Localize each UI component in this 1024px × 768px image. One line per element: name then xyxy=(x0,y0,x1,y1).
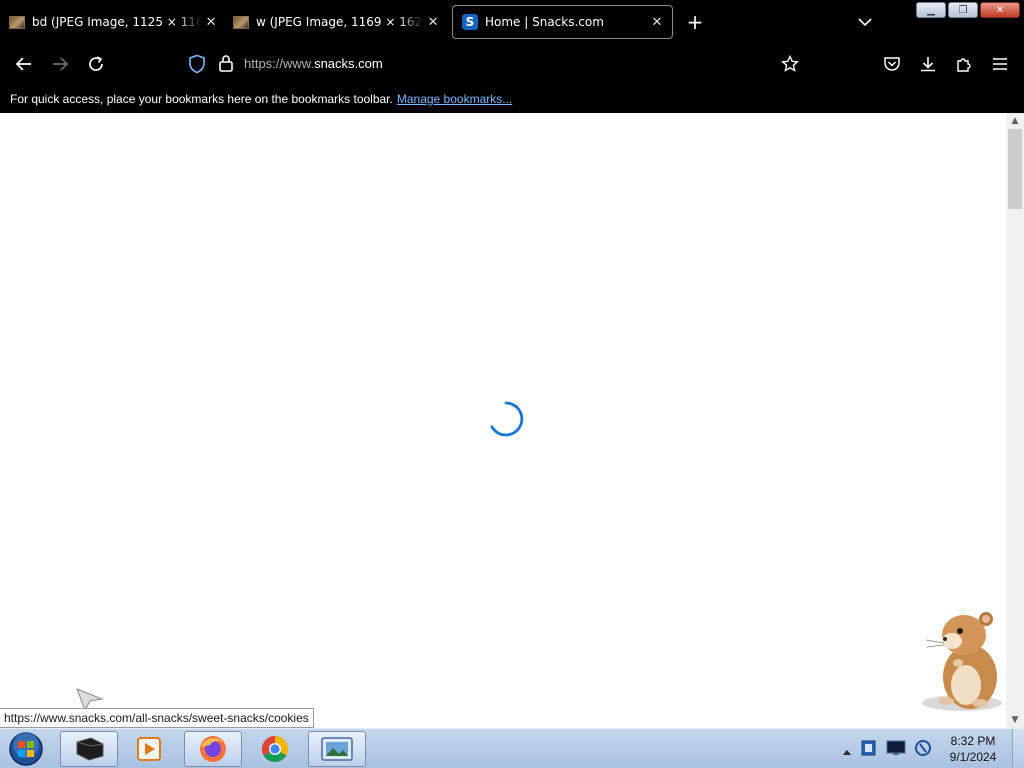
minimize-icon[interactable]: ▁ xyxy=(916,2,946,18)
address-bar[interactable]: https://www.snacks.com xyxy=(180,50,760,78)
tray-expand-icon[interactable] xyxy=(842,741,852,760)
network-monitor-icon[interactable] xyxy=(886,740,906,760)
tab-title: w (JPEG Image, 1169 × 1626 pixels) xyxy=(256,15,424,29)
status-url: https://www.snacks.com/all-snacks/sweet-… xyxy=(4,711,309,725)
reload-icon[interactable] xyxy=(84,52,108,76)
taskbar-chrome[interactable] xyxy=(246,731,304,767)
url-host: snacks.com xyxy=(314,56,383,71)
tab-snacks-home[interactable]: S Home | Snacks.com ✕ xyxy=(452,5,673,39)
manage-bookmarks-link[interactable]: Manage bookmarks... xyxy=(397,92,512,106)
clock-date: 9/1/2024 xyxy=(949,750,997,764)
link-status-tooltip: https://www.snacks.com/all-snacks/sweet-… xyxy=(0,708,314,728)
show-desktop-button[interactable] xyxy=(1012,729,1024,768)
volume-icon[interactable] xyxy=(914,739,932,761)
shield-icon[interactable] xyxy=(188,54,206,78)
loading-spinner xyxy=(490,401,524,437)
clock-time: 8:32 PM xyxy=(950,734,996,748)
star-icon[interactable] xyxy=(778,52,802,76)
action-center-flag-icon[interactable] xyxy=(860,739,878,761)
taskbar-media-player[interactable] xyxy=(120,731,178,767)
download-icon[interactable] xyxy=(916,52,940,76)
forward-icon[interactable] xyxy=(48,52,72,76)
jpeg-image-icon xyxy=(9,14,25,30)
back-icon[interactable] xyxy=(12,52,36,76)
terminal-icon xyxy=(76,737,104,761)
new-tab-icon[interactable]: + xyxy=(683,10,707,34)
scroll-up-icon[interactable]: ▲ xyxy=(1006,113,1024,129)
tab-bd-image[interactable]: bd (JPEG Image, 1125 × 1166 pixels) ✕ xyxy=(0,5,224,39)
media-player-icon xyxy=(137,737,161,761)
system-tray xyxy=(842,739,932,761)
close-tab-icon[interactable]: ✕ xyxy=(648,13,666,31)
taskbar-clock[interactable]: 8:32 PM 9/1/2024 xyxy=(940,733,1006,765)
lock-icon[interactable] xyxy=(218,54,234,76)
taskbar-firefox[interactable] xyxy=(184,731,242,767)
hamster-mascot-icon xyxy=(922,612,1002,711)
tab-w-image[interactable]: w (JPEG Image, 1169 × 1626 pixels) ✕ xyxy=(224,5,446,39)
bookmarks-message: For quick access, place your bookmarks h… xyxy=(10,92,393,106)
navigation-toolbar: https://www.snacks.com xyxy=(0,44,1024,84)
scroll-down-icon[interactable]: ▼ xyxy=(1006,712,1024,728)
close-tab-icon[interactable]: ✕ xyxy=(204,13,218,31)
list-all-tabs-icon[interactable] xyxy=(853,10,877,34)
windows-taskbar: 8:32 PM 9/1/2024 xyxy=(0,728,1024,768)
tab-title: Home | Snacks.com xyxy=(485,15,604,29)
firefox-icon xyxy=(200,736,226,762)
close-tab-icon[interactable]: ✕ xyxy=(426,13,440,31)
tab-strip: bd (JPEG Image, 1125 × 1166 pixels) ✕ w … xyxy=(0,0,1024,44)
pocket-icon[interactable] xyxy=(880,52,904,76)
page-viewport: ▲ ▼ https://www.snacks.com/all-snacks/sw… xyxy=(0,113,1024,728)
snacks-s-icon: S xyxy=(462,14,478,30)
jpeg-image-icon xyxy=(233,14,249,30)
url-scheme: https://www. xyxy=(244,56,315,71)
close-window-icon[interactable]: ✕ xyxy=(980,2,1020,18)
extensions-icon[interactable] xyxy=(952,52,976,76)
window-controls: ▁ ❐ ✕ xyxy=(916,2,1020,18)
taskbar-terminal[interactable] xyxy=(60,731,118,767)
bookmarks-toolbar: For quick access, place your bookmarks h… xyxy=(0,86,1024,112)
taskbar-photo-viewer[interactable] xyxy=(308,731,366,767)
restore-icon[interactable]: ❐ xyxy=(948,2,978,18)
scroll-thumb[interactable] xyxy=(1008,129,1022,209)
photo-viewer-icon xyxy=(321,737,353,761)
browser-chrome: bd (JPEG Image, 1125 × 1166 pixels) ✕ w … xyxy=(0,0,1024,113)
chrome-icon xyxy=(261,735,289,763)
tab-title: bd (JPEG Image, 1125 × 1166 pixels) xyxy=(32,15,203,29)
start-orb-icon[interactable] xyxy=(6,730,46,768)
url-text[interactable]: https://www.snacks.com xyxy=(244,56,383,71)
menu-icon[interactable] xyxy=(988,52,1012,76)
